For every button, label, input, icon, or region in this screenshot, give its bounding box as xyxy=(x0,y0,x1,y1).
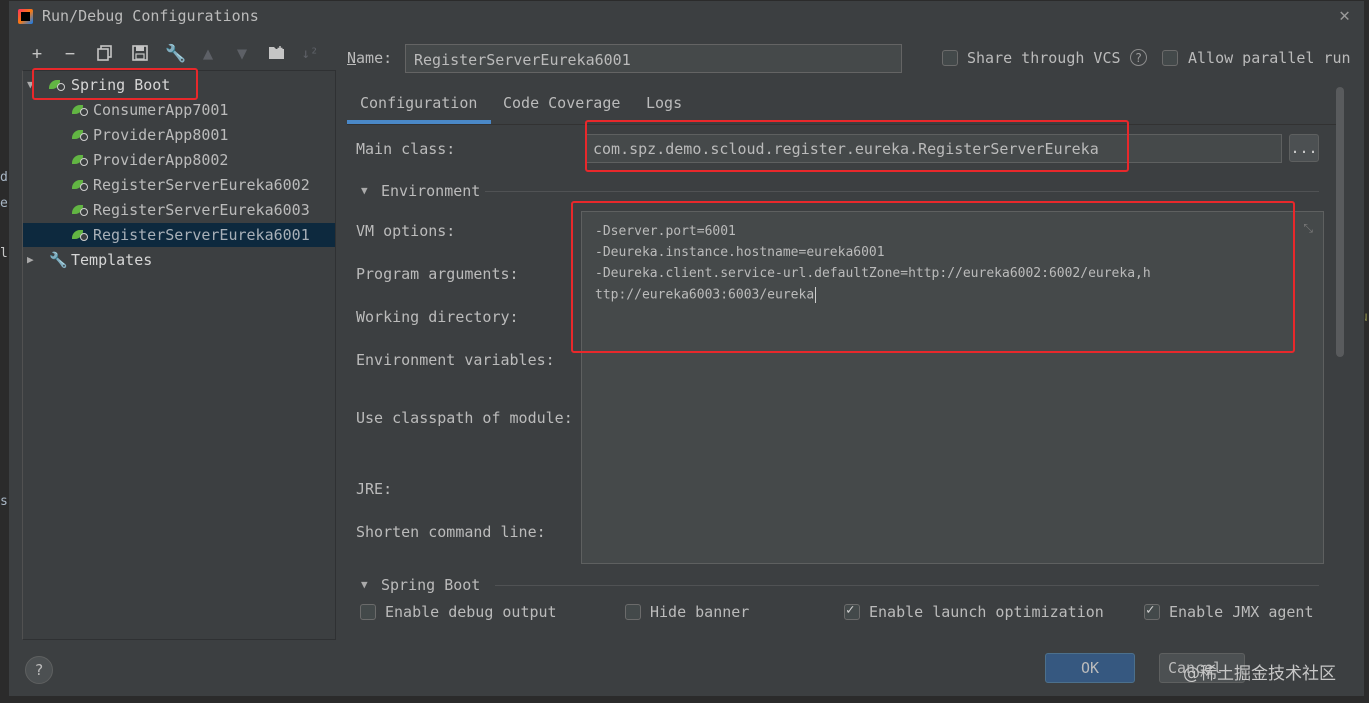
vm-options-label: VM options: xyxy=(356,222,456,240)
help-button[interactable]: ? xyxy=(25,656,53,684)
tree-item-config[interactable]: ProviderApp8001 xyxy=(23,123,335,147)
share-vcs-label[interactable]: Share through VCS xyxy=(967,49,1121,67)
bg-editor-char: e xyxy=(0,196,8,211)
spring-boot-config-icon xyxy=(72,178,89,192)
run-debug-dialog: Run/Debug Configurations ✕ + − 🔧 ▲ ▼ ↓² … xyxy=(8,0,1365,697)
jmx-agent-checkbox[interactable] xyxy=(1144,602,1160,620)
tab-code-coverage[interactable]: Code Coverage xyxy=(503,94,620,112)
allow-parallel-checkbox[interactable] xyxy=(1162,50,1178,66)
program-args-label: Program arguments: xyxy=(356,265,519,283)
section-collapse-icon[interactable]: ▼ xyxy=(361,184,368,197)
arrow-up-icon[interactable]: ▲ xyxy=(199,45,217,63)
tree-item-label: ConsumerApp7001 xyxy=(93,101,229,119)
arrow-down-icon[interactable]: ▼ xyxy=(233,45,251,63)
intellij-app-icon xyxy=(18,9,33,24)
share-vcs-checkbox[interactable] xyxy=(942,50,958,66)
tree-item-config[interactable]: ProviderApp8002 xyxy=(23,148,335,172)
shorten-cmd-label: Shorten command line: xyxy=(356,523,546,541)
tab-logs[interactable]: Logs xyxy=(646,94,682,112)
spring-boot-section-label: Spring Boot xyxy=(381,576,481,594)
highlight-box-vm-options xyxy=(571,201,1295,353)
hide-banner-label[interactable]: Hide banner xyxy=(650,603,749,621)
section-divider xyxy=(485,191,1319,192)
jmx-agent-label[interactable]: Enable JMX agent xyxy=(1169,603,1314,621)
section-collapse-icon[interactable]: ▼ xyxy=(361,578,368,591)
wrench-icon[interactable]: 🔧 xyxy=(165,45,186,63)
enable-debug-checkbox[interactable] xyxy=(360,604,376,620)
title-bar: Run/Debug Configurations ✕ xyxy=(9,1,1364,33)
wrench-icon: 🔧 xyxy=(49,251,68,269)
spring-boot-config-icon xyxy=(72,228,89,242)
copy-icon[interactable] xyxy=(96,45,114,63)
expand-arrow-icon[interactable]: ▶ xyxy=(27,248,34,272)
spring-boot-config-icon xyxy=(72,203,89,217)
tab-configuration[interactable]: Configuration xyxy=(360,94,477,112)
section-divider xyxy=(495,585,1319,586)
enable-debug-label[interactable]: Enable debug output xyxy=(385,603,557,621)
tree-item-config[interactable]: ConsumerApp7001 xyxy=(23,98,335,122)
close-icon[interactable]: ✕ xyxy=(1339,5,1350,26)
spring-boot-config-icon xyxy=(72,103,89,117)
tree-group-templates[interactable]: ▶ 🔧 Templates xyxy=(23,248,335,272)
spring-boot-config-icon xyxy=(72,128,89,142)
tree-item-config[interactable]: RegisterServerEureka6001 xyxy=(23,223,335,247)
allow-parallel-label[interactable]: Allow parallel run xyxy=(1188,49,1351,67)
bg-editor-char: d xyxy=(0,170,8,185)
help-icon[interactable]: ? xyxy=(1130,49,1147,66)
highlight-box-spring-boot xyxy=(32,68,198,100)
bg-editor-char: l xyxy=(0,246,8,261)
classpath-module-label: Use classpath of module: xyxy=(356,409,573,427)
name-label-rest: ame: xyxy=(356,49,393,67)
tree-item-config[interactable]: RegisterServerEureka6003 xyxy=(23,198,335,222)
env-vars-label: Environment variables: xyxy=(356,351,555,369)
plus-icon[interactable]: + xyxy=(28,45,46,63)
minus-icon[interactable]: − xyxy=(61,45,79,63)
tree-item-label: RegisterServerEureka6002 xyxy=(93,176,310,194)
highlight-box-main-class xyxy=(585,120,1129,172)
main-class-label: Main class: xyxy=(356,140,456,158)
watermark: @稀土掘金技术社区 xyxy=(1183,664,1336,684)
browse-button[interactable]: ... xyxy=(1289,134,1319,162)
hide-banner-checkbox[interactable] xyxy=(625,604,641,620)
save-icon[interactable] xyxy=(131,45,149,63)
tree-templates-label: Templates xyxy=(71,251,153,269)
sort-icon[interactable]: ↓² xyxy=(301,45,319,63)
tree-item-label: ProviderApp8002 xyxy=(93,151,229,169)
config-tree: ▼ Spring Boot ConsumerApp7001 ProviderApp… xyxy=(22,70,336,640)
working-dir-label: Working directory: xyxy=(356,308,519,326)
ok-button[interactable]: OK xyxy=(1045,653,1135,683)
vertical-scrollbar[interactable] xyxy=(1336,87,1344,357)
name-label: Name: xyxy=(347,49,393,67)
name-input[interactable]: RegisterServerEureka6001 xyxy=(405,44,902,73)
tree-item-label: ProviderApp8001 xyxy=(93,126,229,144)
launch-optimization-label[interactable]: Enable launch optimization xyxy=(869,603,1104,621)
launch-optimization-checkbox[interactable] xyxy=(844,602,860,620)
tree-item-config[interactable]: RegisterServerEureka6002 xyxy=(23,173,335,197)
spring-boot-config-icon xyxy=(72,153,89,167)
collapse-editor-icon[interactable]: ⤡ xyxy=(1303,221,1313,236)
environment-section-label: Environment xyxy=(381,182,481,200)
tree-item-label: RegisterServerEureka6001 xyxy=(93,226,310,244)
bg-editor-char: s xyxy=(0,494,8,509)
window-title: Run/Debug Configurations xyxy=(42,7,259,25)
tree-item-label: RegisterServerEureka6003 xyxy=(93,201,310,219)
jre-label: JRE: xyxy=(356,480,393,498)
folder-icon[interactable] xyxy=(267,45,285,63)
